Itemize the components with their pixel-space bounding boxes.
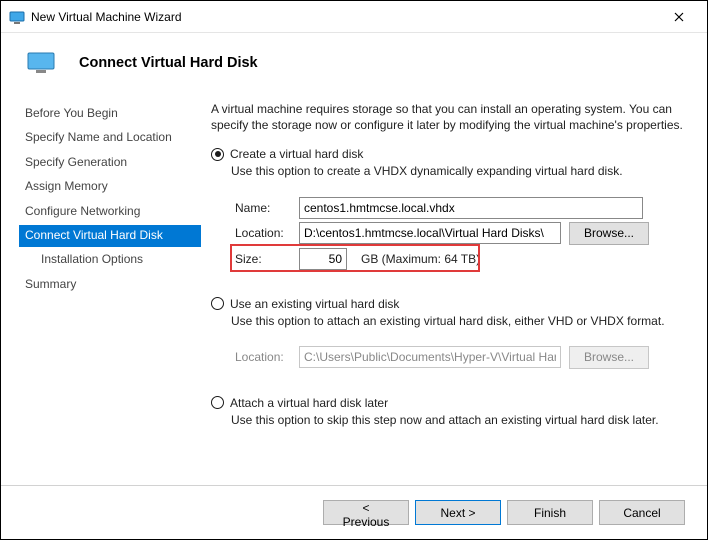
wizard-header: Connect Virtual Hard Disk	[1, 33, 707, 93]
name-label: Name:	[235, 201, 291, 215]
sidebar-item-installation-options[interactable]: Installation Options	[19, 249, 201, 271]
browse-button[interactable]: Browse...	[569, 222, 649, 245]
create-field-group: Name: Location: Browse... Size: GB (Maxi…	[231, 190, 685, 279]
app-icon	[9, 9, 25, 25]
sidebar-item-connect-vhd[interactable]: Connect Virtual Hard Disk	[19, 225, 201, 247]
sidebar-item-assign-memory[interactable]: Assign Memory	[19, 176, 201, 198]
name-input[interactable]	[299, 197, 643, 219]
radio-attach-later[interactable]	[211, 396, 224, 409]
previous-button[interactable]: < Previous	[323, 500, 409, 525]
cancel-button[interactable]: Cancel	[599, 500, 685, 525]
next-button[interactable]: Next >	[415, 500, 501, 525]
sidebar-item-before-you-begin[interactable]: Before You Begin	[19, 103, 201, 125]
option-later-label: Attach a virtual hard disk later	[230, 396, 388, 410]
close-button[interactable]	[659, 1, 699, 32]
size-label: Size:	[235, 252, 291, 266]
existing-field-group: Location: Browse...	[231, 339, 685, 378]
option-existing-desc: Use this option to attach an existing vi…	[231, 313, 685, 329]
titlebar: New Virtual Machine Wizard	[1, 1, 707, 33]
size-input[interactable]	[299, 248, 347, 270]
existing-browse-button: Browse...	[569, 346, 649, 369]
option-later-desc: Use this option to skip this step now an…	[231, 412, 685, 428]
existing-location-label: Location:	[235, 350, 291, 364]
radio-existing-vhd[interactable]	[211, 297, 224, 310]
sidebar-item-specify-generation[interactable]: Specify Generation	[19, 152, 201, 174]
size-suffix: GB (Maximum: 64 TB)	[361, 252, 480, 266]
wizard-footer: < Previous Next > Finish Cancel	[1, 485, 707, 539]
sidebar-item-summary[interactable]: Summary	[19, 274, 201, 296]
monitor-icon	[27, 52, 55, 74]
intro-text: A virtual machine requires storage so th…	[211, 101, 685, 133]
page-title: Connect Virtual Hard Disk	[79, 55, 258, 71]
sidebar: Before You Begin Specify Name and Locati…	[1, 99, 201, 485]
location-label: Location:	[235, 226, 291, 240]
finish-button[interactable]: Finish	[507, 500, 593, 525]
sidebar-item-configure-networking[interactable]: Configure Networking	[19, 201, 201, 223]
sidebar-item-specify-name[interactable]: Specify Name and Location	[19, 127, 201, 149]
radio-create-vhd[interactable]	[211, 148, 224, 161]
option-create-label: Create a virtual hard disk	[230, 147, 363, 161]
window-title: New Virtual Machine Wizard	[31, 10, 659, 24]
option-existing-label: Use an existing virtual hard disk	[230, 297, 399, 311]
existing-location-input	[299, 346, 561, 368]
content-pane: A virtual machine requires storage so th…	[201, 99, 707, 485]
location-input[interactable]	[299, 222, 561, 244]
wizard-window: New Virtual Machine Wizard Connect Virtu…	[0, 0, 708, 540]
option-create-desc: Use this option to create a VHDX dynamic…	[231, 163, 685, 179]
